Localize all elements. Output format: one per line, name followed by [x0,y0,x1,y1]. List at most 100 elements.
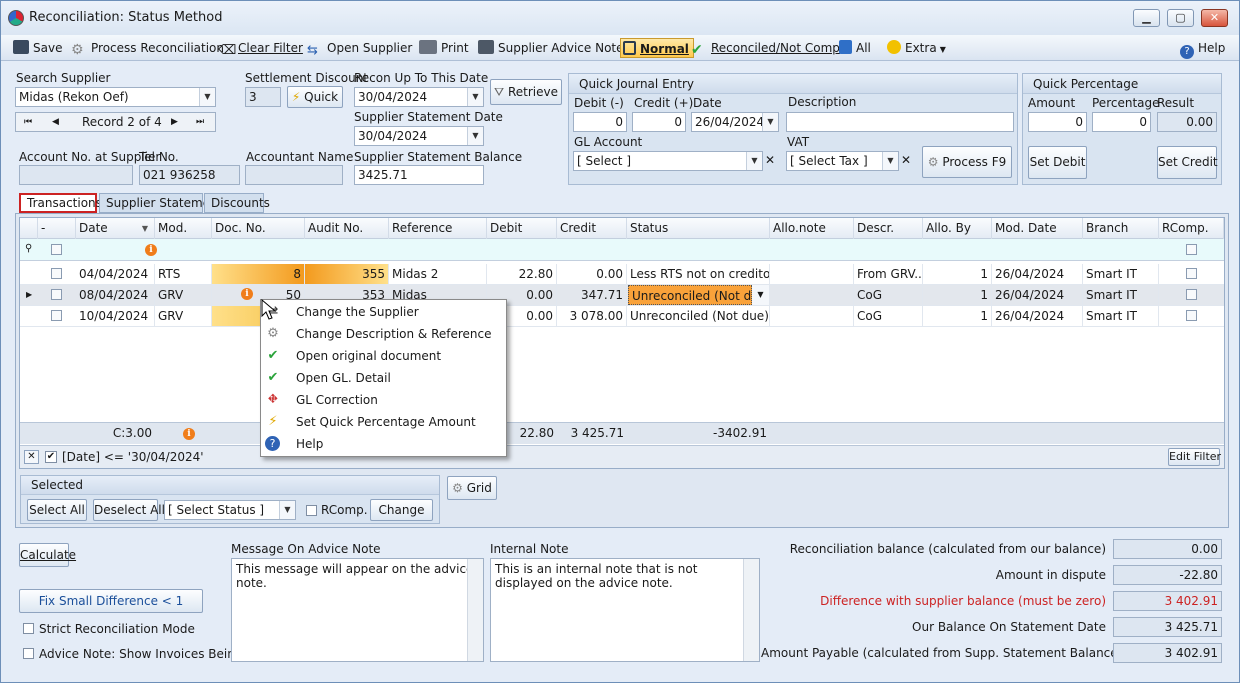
menu-item-open-gl-detail[interactable]: ✔ Open GL. Detail [261,367,506,389]
chevron-down-icon[interactable]: ▼ [882,152,898,170]
col-mod-date[interactable]: Mod. Date [992,218,1083,239]
normal-button[interactable]: Normal [620,38,694,58]
col-reference[interactable]: Reference [389,218,487,239]
statement-balance-input[interactable]: 3425.71 [354,165,484,185]
col-credit[interactable]: Credit [557,218,627,239]
debit-input[interactable]: 0 [573,112,627,132]
advice-message-textarea[interactable]: This message will appear on the advice n… [231,558,484,662]
extra-menu-button[interactable]: Extra ▼ [887,38,946,58]
chevron-down-icon[interactable]: ▼ [467,88,483,106]
quick-discount-button[interactable]: ⚡ Quick [287,86,343,108]
clear-filter-button[interactable]: ⌫ Clear Filter [218,38,303,58]
clear-vat-icon[interactable]: ✕ [901,153,911,167]
rcomp-filter-checkbox[interactable] [1186,244,1197,255]
row-rcomp-checkbox[interactable] [1186,310,1197,321]
first-record-icon[interactable]: ⏮ [24,113,32,131]
deselect-all-button[interactable]: Deselect All [93,499,165,521]
save-button[interactable]: Save [13,38,62,58]
reconciled-not-comp-button[interactable]: ✔ Reconciled/Not Comp [691,38,840,58]
internal-note-textarea[interactable]: This is an internal note that is not dis… [490,558,760,662]
chevron-down-icon[interactable]: ▼ [467,127,483,145]
tab-discounts[interactable]: Discounts [204,193,270,213]
scrollbar[interactable] [743,559,759,661]
col-descr[interactable]: Descr. [854,218,923,239]
strict-mode-checkbox[interactable] [23,623,34,634]
description-input[interactable] [786,112,1014,132]
row-checkbox[interactable] [51,310,62,321]
prev-record-icon[interactable]: ◀ [52,113,59,131]
scrollbar[interactable] [467,559,483,661]
recon-date-input[interactable]: 30/04/2024 ▼ [354,87,484,107]
chevron-down-icon[interactable]: ▼ [746,152,762,170]
remove-filter-icon[interactable]: ✕ [24,450,39,464]
grid-button[interactable]: ⚙ Grid [447,476,497,500]
tab-supplier-statement[interactable]: Supplier Statement [99,193,222,213]
next-record-icon[interactable]: ▶ [171,113,178,131]
tab-transactions[interactable]: Transactions [19,193,102,213]
col-select[interactable]: - [38,218,76,239]
chevron-down-icon[interactable]: ▼ [762,113,778,131]
fix-small-difference-button[interactable]: Fix Small Difference < 1 [19,589,203,613]
help-button[interactable]: ? Help [1180,38,1225,59]
retrieve-button[interactable]: ⛛ Retrieve [490,79,562,105]
menu-item-change-description[interactable]: ⚙ Change Description & Reference [261,323,506,345]
close-button[interactable]: ✕ [1201,9,1228,27]
col-allo-note[interactable]: Allo.note [770,218,854,239]
maximize-button[interactable]: ▢ [1167,9,1194,27]
supplier-advice-note-button[interactable]: Supplier Advice Note [478,38,624,58]
calculate-button[interactable]: Calculate [19,543,76,567]
percentage-input[interactable]: 0 [1092,112,1151,132]
all-button[interactable]: All [839,38,871,58]
set-debit-button[interactable]: Set Debit [1028,146,1087,179]
set-credit-button[interactable]: Set Credit [1157,146,1218,179]
amount-input[interactable]: 0 [1028,112,1087,132]
rcomp-checkbox[interactable] [306,505,317,516]
edit-filter-button[interactable]: Edit Filter [1168,448,1221,466]
statement-date-input[interactable]: 30/04/2024 ▼ [354,126,484,146]
last-record-icon[interactable]: ⏭ [196,113,204,131]
col-debit[interactable]: Debit [487,218,557,239]
menu-item-open-original-document[interactable]: ✔ Open original document [261,345,506,367]
col-mod[interactable]: Mod. [155,218,212,239]
advice-show-invoices-checkbox[interactable] [23,648,34,659]
col-doc-no[interactable]: Doc. No. [212,218,305,239]
account-no-input[interactable] [19,165,133,185]
col-date[interactable]: Date ▼ [76,218,155,239]
change-button[interactable]: Change [370,499,433,521]
credit-input[interactable]: 0 [632,112,686,132]
menu-item-change-supplier[interactable]: ⇄Change the Supplier [261,301,506,323]
process-f9-button[interactable]: ⚙ Process F9 [922,146,1012,178]
tel-no-input[interactable]: 021 936258 [139,165,240,185]
col-rcomp[interactable]: RComp. [1159,218,1224,239]
menu-item-set-quick-percentage[interactable]: ⚡ Set Quick Percentage Amount [261,411,506,433]
chevron-down-icon[interactable]: ▼ [199,88,215,106]
select-all-button[interactable]: Select All [27,499,87,521]
col-branch[interactable]: Branch [1083,218,1159,239]
col-allo-by[interactable]: Allo. By [923,218,992,239]
select-all-checkbox[interactable] [51,244,62,255]
row-checkbox[interactable] [51,268,62,279]
table-row[interactable]: 10/04/2024 GRV 0.00 3 078.00 Unreconcile… [20,306,1224,327]
table-row[interactable]: 04/04/2024 RTS 8 355 Midas 2 22.80 0.00 … [20,264,1224,285]
row-rcomp-checkbox[interactable] [1186,289,1197,300]
clear-gl-icon[interactable]: ✕ [765,153,775,167]
filter-enabled-checkbox[interactable]: ✔ [45,451,57,463]
select-status-dropdown[interactable]: [ Select Status ] ▼ [164,500,296,520]
settlement-discount-input[interactable]: 3 [245,87,281,107]
row-rcomp-checkbox[interactable] [1186,268,1197,279]
col-audit-no[interactable]: Audit No. [305,218,389,239]
process-reconciliation-button[interactable]: ⚙ Process Reconciliation [71,38,224,58]
chevron-down-icon[interactable]: ▼ [752,285,770,305]
gl-account-select[interactable]: [ Select ] ▼ [573,151,763,171]
minimize-button[interactable]: ▁ [1133,9,1160,27]
journal-date-input[interactable]: 26/04/2024 ▼ [691,112,779,132]
row-checkbox[interactable] [51,289,62,300]
open-supplier-button[interactable]: ⇆ Open Supplier [307,38,412,58]
menu-item-gl-correction[interactable]: ⛖ GL Correction [261,389,506,411]
accountant-name-input[interactable] [245,165,343,185]
chevron-down-icon[interactable]: ▼ [279,501,295,519]
status-cell-editor[interactable]: Unreconciled (Not due) [628,285,752,305]
menu-item-help[interactable]: ? Help [261,433,506,455]
table-row[interactable]: ▶ 08/04/2024 GRV 50 353 Midas 0.00 347.7… [20,285,1224,306]
vat-select[interactable]: [ Select Tax ] ▼ [786,151,899,171]
